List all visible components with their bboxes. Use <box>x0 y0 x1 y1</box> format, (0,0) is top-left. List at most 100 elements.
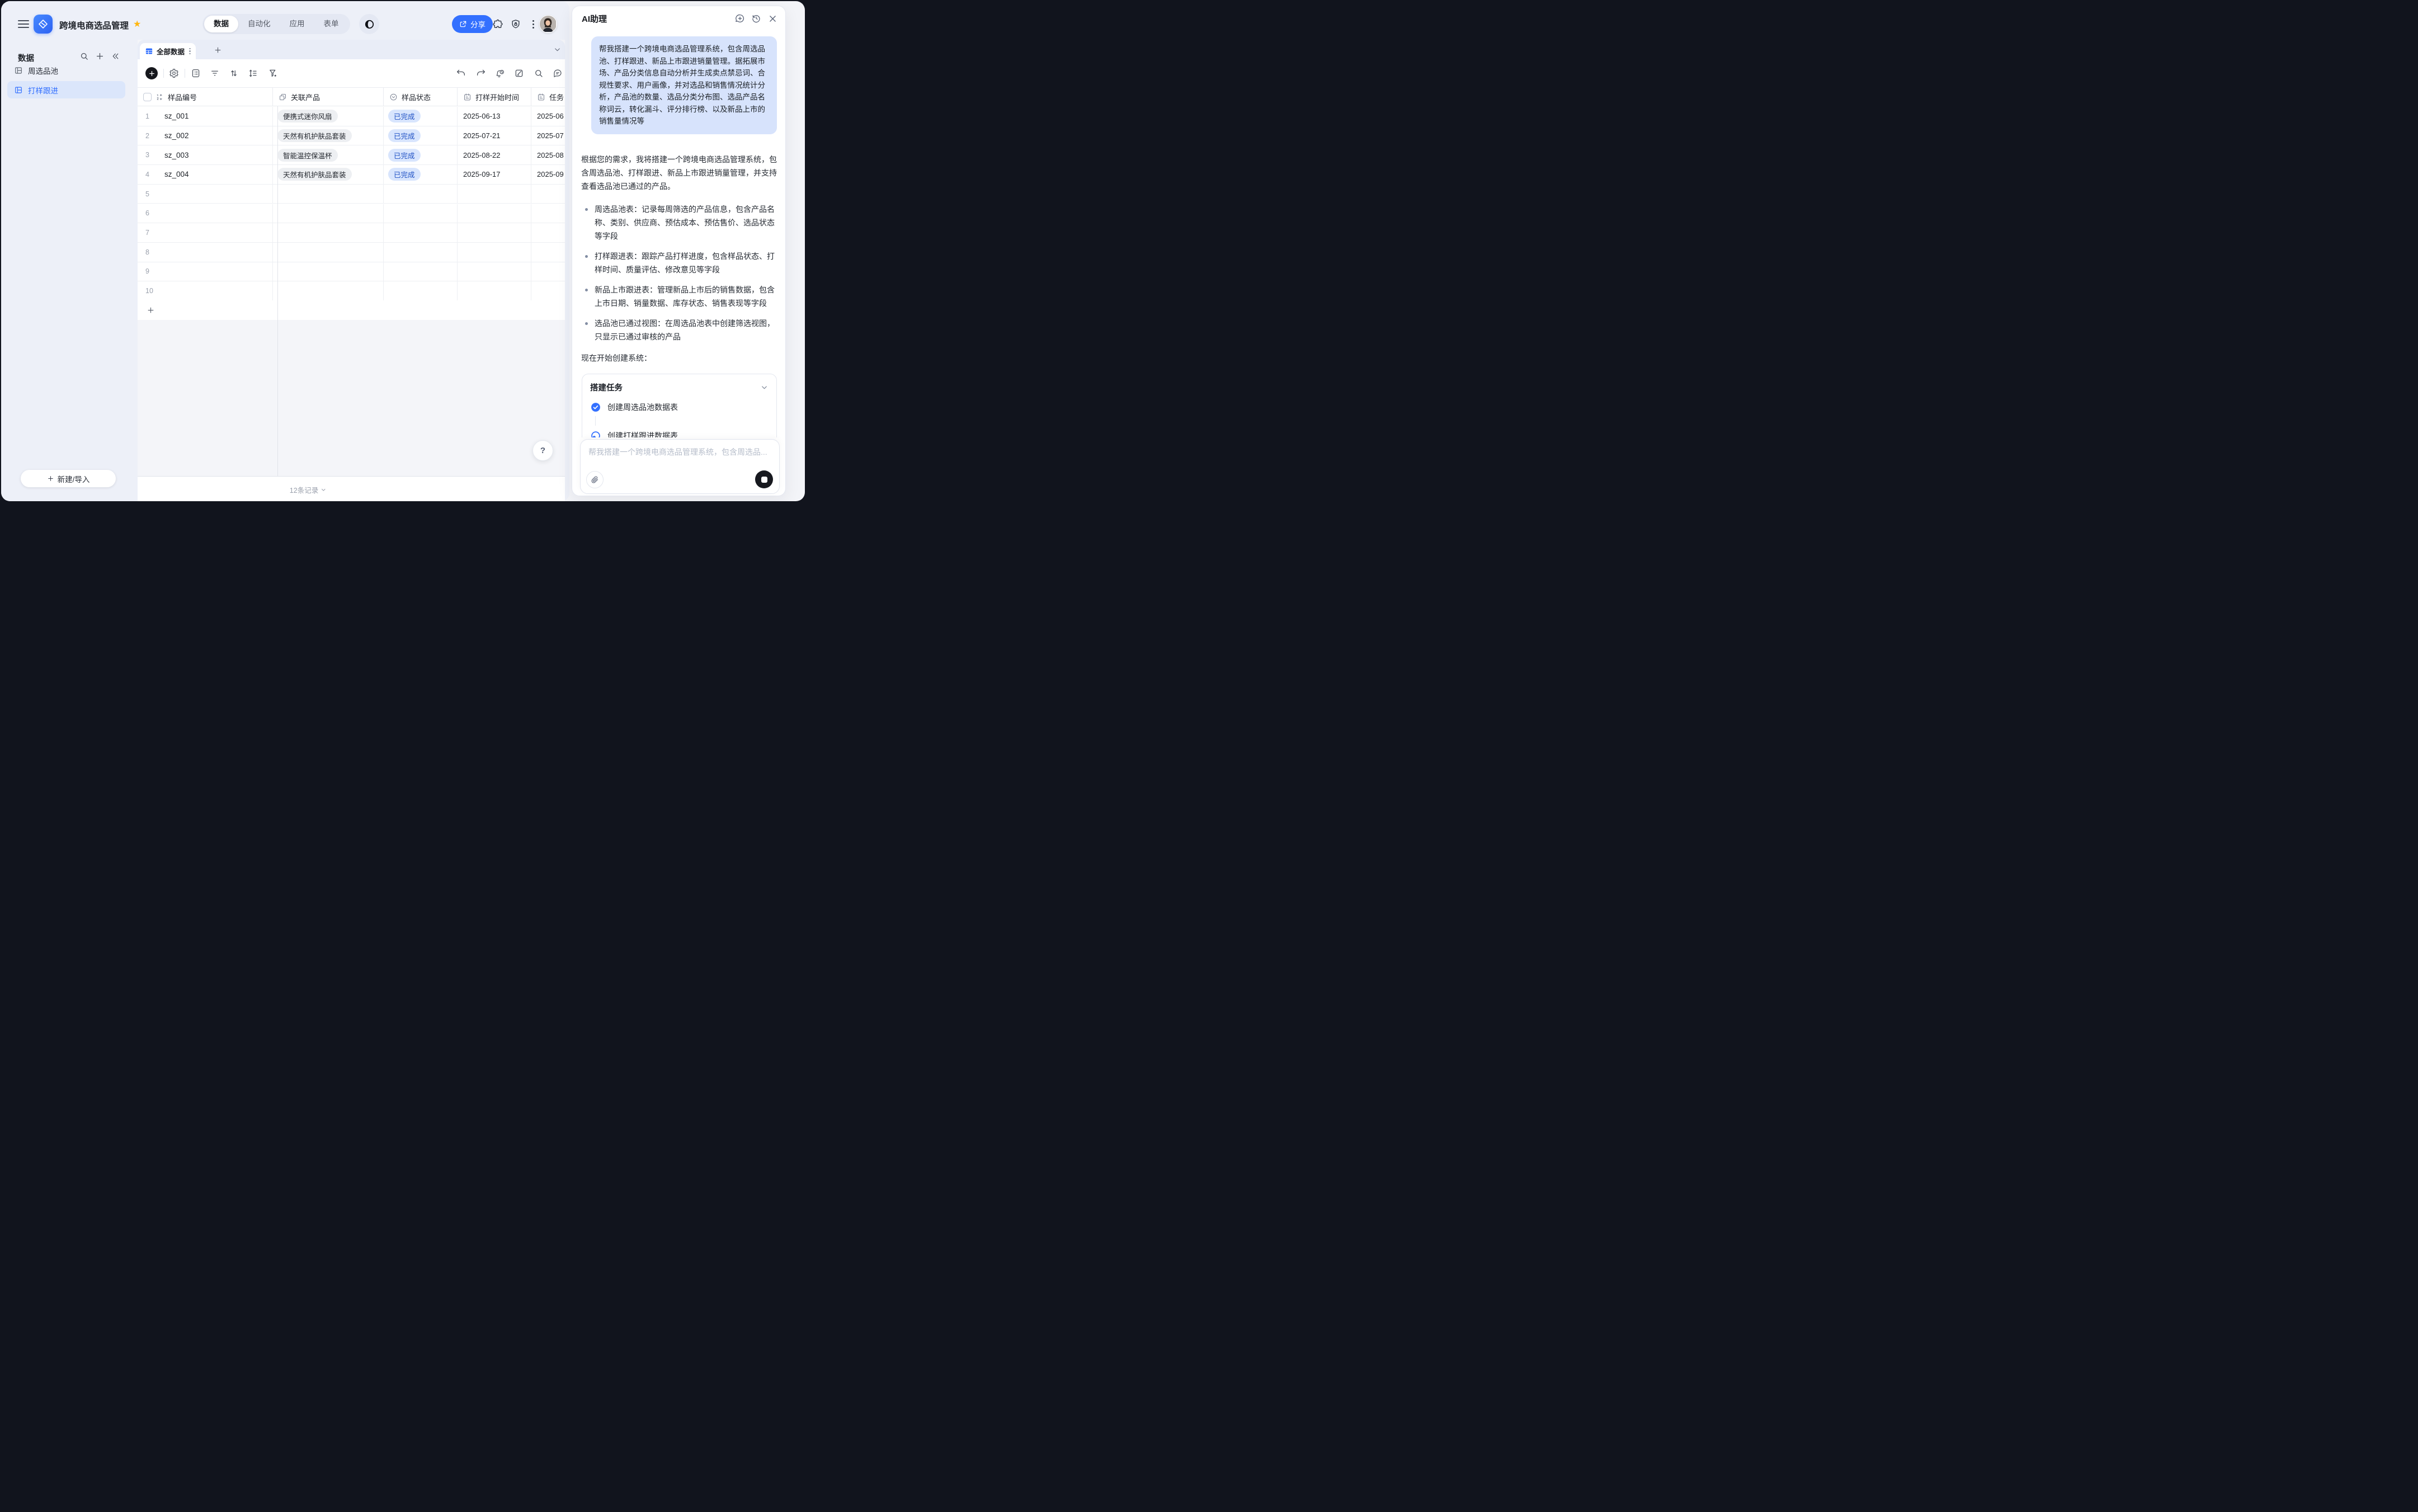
close-icon[interactable] <box>767 13 777 23</box>
column-header-related-product[interactable]: 关联产品 <box>273 88 384 106</box>
sort-icon[interactable] <box>229 68 239 78</box>
date-field-icon <box>537 93 545 101</box>
select-field-icon <box>389 93 398 101</box>
view-tab-all-data[interactable]: 全部数据 <box>140 43 196 59</box>
collapse-sidebar-icon[interactable] <box>111 51 120 61</box>
comment-icon[interactable] <box>553 68 563 78</box>
app-logo-icon[interactable] <box>34 15 53 34</box>
redo-icon[interactable] <box>476 68 486 78</box>
tab-data[interactable]: 数据 <box>204 16 238 32</box>
extension-icon[interactable] <box>492 18 503 30</box>
table-row[interactable]: 4sz_004 天然有机护肤品套装 已完成 2025-09-17 2025-09 <box>138 165 565 185</box>
task-connector <box>595 416 769 426</box>
paint-icon[interactable] <box>268 68 278 78</box>
table-row[interactable]: 5 <box>138 185 565 204</box>
product-chip[interactable]: 智能温控保温杯 <box>277 149 338 162</box>
table-row[interactable]: 6 <box>138 204 565 224</box>
ai-assistant-panel: AI助理 帮我搭建一个跨境电商选品管理系统，包含周选品池、打样跟进、新品上市跟进… <box>572 6 786 496</box>
table-row[interactable]: 1sz_001 便携式迷你风扇 已完成 2025-06-13 2025-06 <box>138 107 565 126</box>
table-row[interactable]: 2sz_002 天然有机护肤品套装 已完成 2025-07-21 2025-07 <box>138 126 565 146</box>
hamburger-menu-button[interactable] <box>18 20 29 29</box>
tab-apps[interactable]: 应用 <box>280 16 314 32</box>
sidebar-item-sampling[interactable]: 打样跟进 <box>7 81 125 98</box>
view-more-icon[interactable] <box>189 48 191 55</box>
product-chip[interactable]: 便携式迷你风扇 <box>277 110 338 123</box>
column-header-sample-status[interactable]: 样品状态 <box>384 88 458 106</box>
add-row-button[interactable] <box>138 300 565 320</box>
status-badge[interactable]: 已完成 <box>388 149 421 162</box>
share-icon <box>459 20 467 28</box>
table-row[interactable]: 9 <box>138 262 565 282</box>
ai-reply-intro: 根据您的需求，我将搭建一个跨境电商选品管理系统，包含周选品池、打样跟进、新品上市… <box>581 153 777 193</box>
task-date-cell[interactable]: 2025-06 <box>531 112 564 120</box>
status-badge[interactable]: 已完成 <box>388 129 421 142</box>
search-icon[interactable] <box>79 51 89 61</box>
share-button[interactable]: 分享 <box>452 15 493 33</box>
filter-icon[interactable] <box>210 68 220 78</box>
product-chip[interactable]: 天然有机护肤品套装 <box>277 129 352 142</box>
history-icon[interactable] <box>751 13 761 23</box>
column-header-task[interactable]: 任务 <box>531 88 565 106</box>
shield-lock-icon[interactable] <box>510 18 521 30</box>
table-row[interactable]: 7 <box>138 223 565 243</box>
new-import-button[interactable]: 新建/导入 <box>21 470 116 487</box>
column-header-sample-id[interactable]: 样品编号 <box>138 88 273 106</box>
table-row[interactable]: 10 <box>138 281 565 301</box>
star-icon[interactable]: ★ <box>133 18 141 30</box>
plus-icon <box>47 475 54 482</box>
column-label: 样品编号 <box>168 92 197 102</box>
fields-icon[interactable] <box>191 68 201 78</box>
chevron-down-icon[interactable] <box>760 383 769 392</box>
task-date-cell[interactable]: 2025-08 <box>531 151 564 159</box>
attach-button[interactable] <box>586 471 604 488</box>
record-count[interactable]: 12条记录 <box>290 484 327 495</box>
stop-button[interactable] <box>755 470 773 488</box>
task-label: 创建打样跟进数据表 <box>607 430 678 438</box>
reminder-icon[interactable] <box>495 68 505 78</box>
chevron-down-icon[interactable] <box>553 45 562 54</box>
start-date-cell[interactable]: 2025-09-17 <box>458 170 501 178</box>
sample-id-cell[interactable]: sz_002 <box>157 131 189 140</box>
product-chip[interactable]: 天然有机护肤品套装 <box>277 168 352 181</box>
view-tab-bar: 全部数据 <box>138 40 565 59</box>
chat-input-box[interactable]: 帮我搭建一个跨境电商选品管理系统，包含周选品... <box>580 439 780 494</box>
help-button[interactable]: ? <box>532 440 553 461</box>
status-badge[interactable]: 已完成 <box>388 168 421 181</box>
task-date-cell[interactable]: 2025-07 <box>531 131 564 140</box>
task-item-in-progress[interactable]: 创建打样跟进数据表 <box>590 430 769 438</box>
table-row[interactable]: 3sz_003 智能温控保温杯 已完成 2025-08-22 2025-08 <box>138 145 565 165</box>
new-chat-icon[interactable] <box>735 13 745 23</box>
ai-chat-scroll[interactable]: 帮我搭建一个跨境电商选品管理系统，包含周选品池、打样跟进、新品上市跟进销量管理。… <box>572 31 785 437</box>
more-icon[interactable] <box>529 18 537 30</box>
column-header-start-date[interactable]: 打样开始时间 <box>458 88 531 106</box>
start-date-cell[interactable]: 2025-07-21 <box>458 131 501 140</box>
undo-icon[interactable] <box>456 68 466 78</box>
status-badge[interactable]: 已完成 <box>388 110 421 123</box>
sample-id-cell[interactable]: sz_003 <box>157 151 189 159</box>
user-message-bubble: 帮我搭建一个跨境电商选品管理系统，包含周选品池、打样跟进、新品上市跟进销量管理。… <box>591 36 777 134</box>
table-icon <box>14 66 23 75</box>
tab-forms[interactable]: 表单 <box>314 16 348 32</box>
sample-id-cell[interactable]: sz_001 <box>157 112 189 120</box>
table-row[interactable]: 8 <box>138 243 565 262</box>
tab-automation[interactable]: 自动化 <box>238 16 280 32</box>
add-view-button[interactable] <box>213 45 223 55</box>
table-toolbar <box>138 59 565 87</box>
search-table-icon[interactable] <box>534 68 544 78</box>
ai-reply-closing: 现在开始创建系统： <box>581 351 777 365</box>
settings-icon[interactable] <box>169 68 179 78</box>
row-height-icon[interactable] <box>248 68 258 78</box>
sidebar-item-weekly-pool[interactable]: 周选品池 <box>7 62 125 79</box>
theme-toggle-button[interactable] <box>359 14 379 34</box>
start-date-cell[interactable]: 2025-08-22 <box>458 151 501 159</box>
avatar[interactable] <box>539 15 557 33</box>
add-table-icon[interactable] <box>95 51 105 61</box>
task-item-done[interactable]: 创建周选品池数据表 <box>590 402 769 413</box>
sample-id-cell[interactable]: sz_004 <box>157 170 189 178</box>
start-date-cell[interactable]: 2025-06-13 <box>458 112 501 120</box>
select-all-checkbox[interactable] <box>143 93 152 101</box>
task-date-cell[interactable]: 2025-09 <box>531 170 564 178</box>
add-record-button[interactable] <box>145 67 158 79</box>
share-label: 分享 <box>470 18 486 30</box>
form-icon[interactable] <box>514 68 524 78</box>
